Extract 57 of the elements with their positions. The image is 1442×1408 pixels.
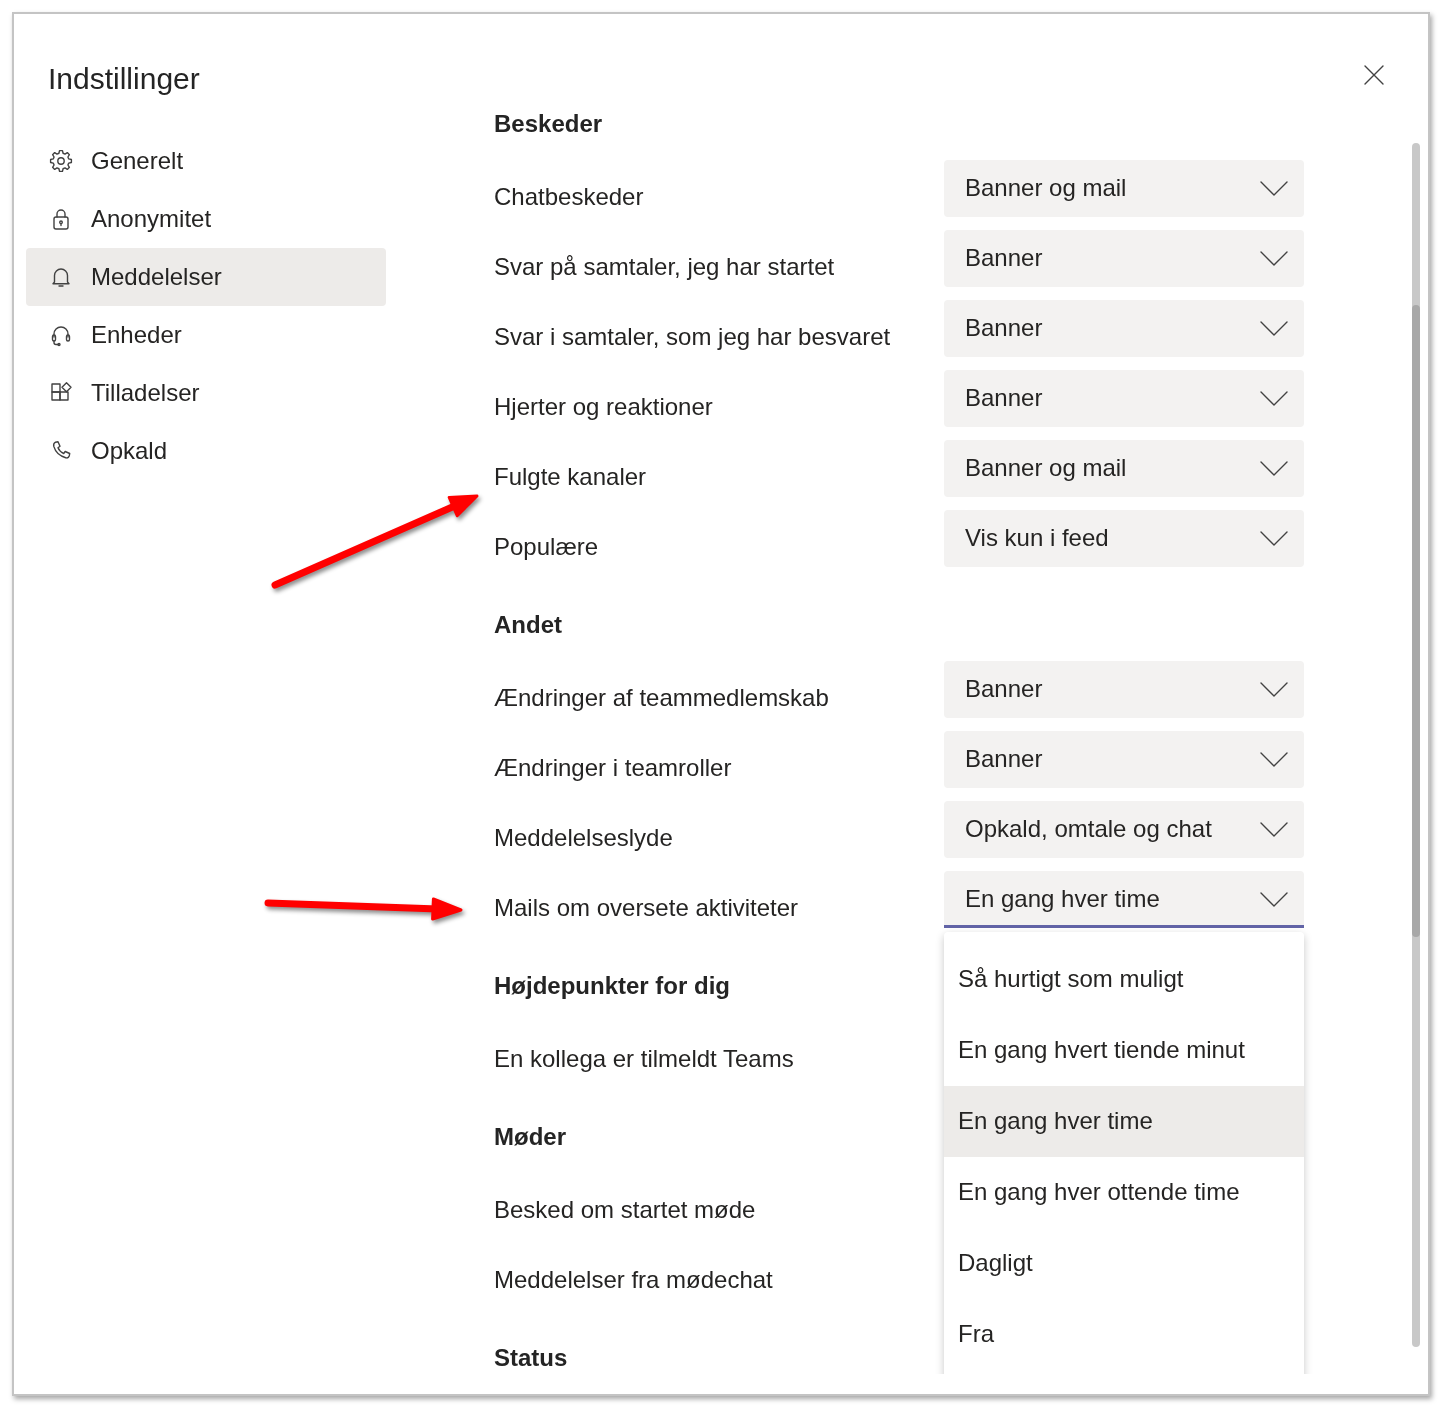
sidebar-item[interactable]: Enheder — [26, 306, 386, 364]
sidebar-item[interactable]: Meddelelser — [26, 248, 386, 306]
chevron-down-icon — [1260, 821, 1288, 837]
dropdown[interactable]: Banner — [944, 369, 1304, 427]
dropdown-option[interactable]: En gang hvert tiende minut — [944, 1014, 1304, 1086]
section-heading: Andet — [494, 611, 562, 639]
sidebar-item[interactable]: Tilladelser — [26, 364, 386, 422]
setting-label: Chatbeskeder — [494, 183, 645, 211]
dropdown-option[interactable]: Fra — [944, 1298, 1304, 1370]
dropdown[interactable]: Banner — [944, 660, 1304, 718]
chevron-down-icon — [1260, 320, 1288, 336]
scrollbar-track[interactable] — [1412, 143, 1420, 1347]
section-heading: Status — [494, 1344, 568, 1372]
setting-label: Svar i samtaler, som jeg har besvaret — [494, 323, 892, 351]
section-heading: Beskeder — [494, 110, 603, 138]
dropdown[interactable]: En gang hver time — [944, 870, 1304, 928]
setting-label: Ændringer i teamroller — [494, 754, 733, 782]
headset-icon — [49, 323, 73, 347]
dropdown-option[interactable]: Dagligt — [944, 1227, 1304, 1299]
setting-label: Meddelelseslyde — [494, 824, 674, 852]
chevron-down-icon — [1260, 681, 1288, 697]
setting-label: Besked om startet møde — [494, 1196, 757, 1224]
dropdown[interactable]: Banner og mail — [944, 159, 1304, 217]
setting-label: En kollega er tilmeldt Teams — [494, 1045, 795, 1073]
setting-label: Meddelelser fra mødechat — [494, 1266, 774, 1294]
dropdown-option[interactable]: En gang hver time — [944, 1085, 1304, 1157]
dropdown-option[interactable]: Så hurtigt som muligt — [944, 943, 1304, 1015]
sidebar-item[interactable]: Generelt — [26, 132, 386, 190]
dropdown[interactable]: Banner og mail — [944, 439, 1304, 497]
dropdown-option[interactable]: En gang hver ottende time — [944, 1156, 1304, 1228]
setting-label: Populære — [494, 533, 600, 561]
chevron-down-icon — [1260, 751, 1288, 767]
setting-label: Fulgte kanaler — [494, 463, 648, 491]
chevron-down-icon — [1260, 390, 1288, 406]
chevron-down-icon — [1260, 460, 1288, 476]
sidebar-item[interactable]: Opkald — [26, 422, 386, 480]
dropdown[interactable]: Banner — [944, 730, 1304, 788]
bell-icon — [49, 265, 73, 289]
dialog-title: Indstillinger — [48, 61, 200, 97]
chevron-down-icon — [1260, 180, 1288, 196]
sidebar-item[interactable]: Anonymitet — [26, 190, 386, 248]
setting-label: Mails om oversete aktiviteter — [494, 894, 800, 922]
gear-icon — [49, 149, 73, 173]
dropdown[interactable]: Opkald, omtale og chat — [944, 800, 1304, 858]
section-heading: Højdepunkter for dig — [494, 972, 730, 1000]
dropdown[interactable]: Banner — [944, 299, 1304, 357]
section-heading: Møder — [494, 1123, 566, 1151]
dropdown[interactable]: Banner — [944, 229, 1304, 287]
chevron-down-icon — [1260, 250, 1288, 266]
dropdown[interactable]: Vis kun i feed — [944, 509, 1304, 567]
setting-label: Ændringer af teammedlemskab — [494, 684, 830, 712]
close-icon — [1364, 65, 1384, 85]
chevron-down-icon — [1260, 891, 1288, 907]
chevron-down-icon — [1260, 530, 1288, 546]
scrollbar-thumb[interactable] — [1412, 305, 1420, 937]
setting-label: Hjerter og reaktioner — [494, 393, 714, 421]
setting-label: Svar på samtaler, jeg har startet — [494, 253, 836, 281]
